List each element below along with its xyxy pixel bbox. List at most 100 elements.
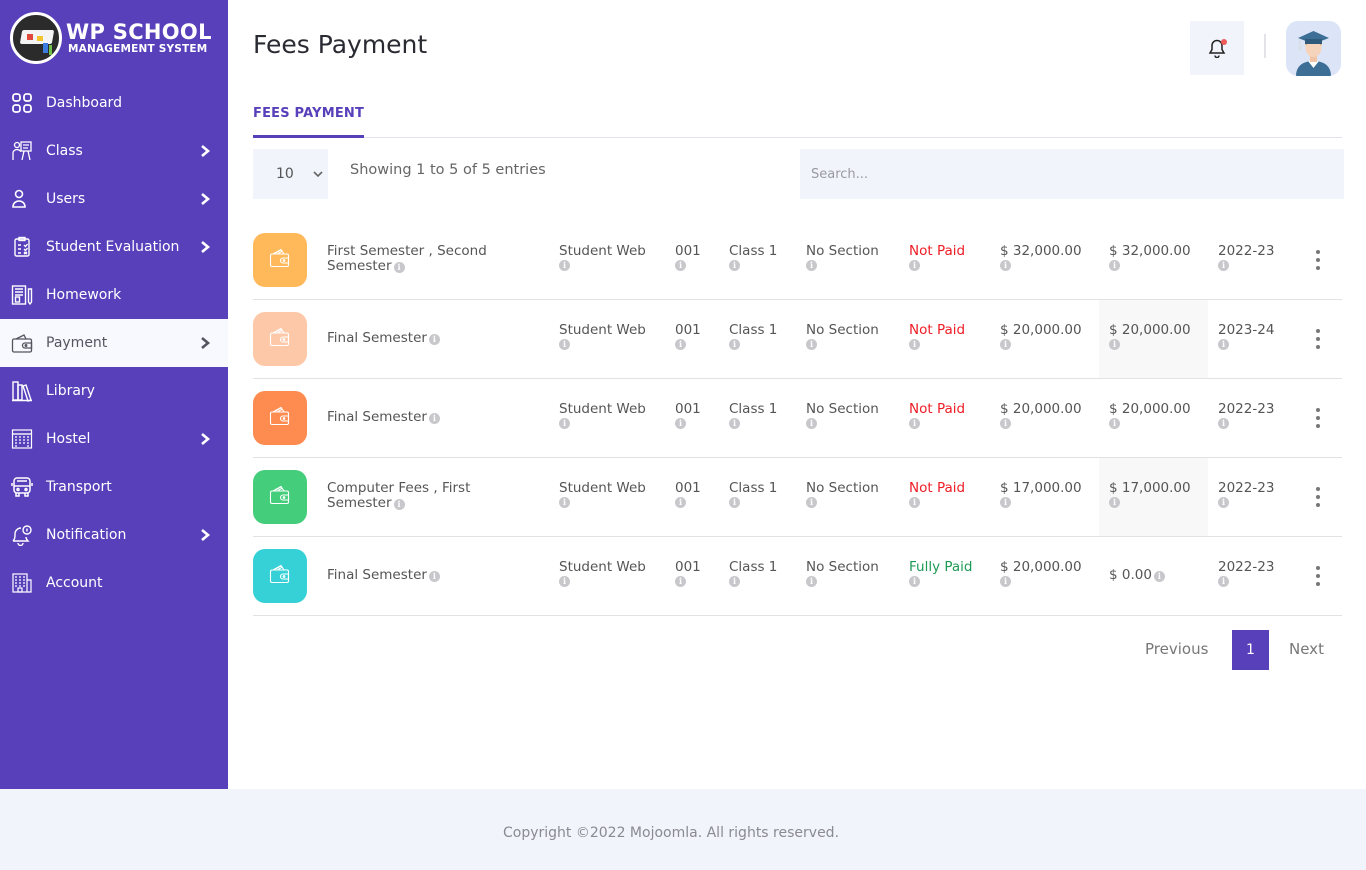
tab-bar: FEES PAYMENT [253, 100, 1342, 138]
due-amount-cell: $ 17,000.00 i [1109, 481, 1191, 508]
kebab-dot [1316, 495, 1320, 499]
sidebar-item-transport[interactable]: Transport [0, 463, 228, 511]
user-avatar[interactable] [1286, 21, 1341, 76]
previous-page-button[interactable]: Previous [1145, 640, 1208, 658]
info-icon[interactable]: i [1153, 571, 1165, 582]
next-page-button[interactable]: Next [1289, 640, 1324, 658]
info-icon[interactable]: i [428, 413, 440, 424]
info-icon[interactable]: i [1000, 339, 1011, 350]
sidebar-item-label: Class [46, 143, 83, 159]
sidebar-item-label: Users [46, 191, 86, 207]
kebab-dot [1316, 582, 1320, 586]
info-icon[interactable]: i [729, 576, 740, 587]
info-icon[interactable]: i [806, 497, 817, 508]
dashboard-grid-icon [11, 92, 33, 114]
sidebar-item-account[interactable]: Account [0, 559, 228, 607]
row-actions-menu[interactable] [1313, 566, 1323, 588]
info-icon[interactable]: i [1218, 497, 1229, 508]
sidebar-item-notification[interactable]: Notification [0, 511, 228, 559]
session-year: 2022-23 [1218, 480, 1275, 496]
fee-type-cell: Final Semester i [327, 568, 537, 583]
info-icon[interactable]: i [675, 339, 686, 350]
sidebar: WP SCHOOL MANAGEMENT SYSTEM Dashboard Cl… [0, 0, 228, 789]
section-name: No Section [806, 401, 879, 417]
info-icon[interactable]: i [675, 497, 686, 508]
sidebar-item-label: Homework [46, 287, 122, 303]
info-icon[interactable]: i [675, 576, 686, 587]
page-1-button[interactable]: 1 [1232, 630, 1269, 670]
due-amount: $ 20,000.00 [1109, 401, 1191, 417]
info-icon[interactable]: i [675, 418, 686, 429]
fee-type-cell: Final Semester i [327, 331, 537, 346]
chevron-right-icon [201, 145, 211, 157]
info-icon[interactable]: i [909, 497, 920, 508]
info-icon[interactable]: i [909, 576, 920, 587]
info-icon[interactable]: i [729, 418, 740, 429]
header-divider [1264, 34, 1266, 58]
payment-status: Not Paid [909, 480, 966, 496]
info-icon[interactable]: i [729, 497, 740, 508]
info-icon[interactable]: i [559, 260, 570, 271]
info-icon[interactable]: i [729, 339, 740, 350]
page-length-select[interactable]: 10 [253, 149, 328, 199]
info-icon[interactable]: i [393, 262, 405, 273]
info-icon[interactable]: i [1000, 497, 1011, 508]
roll-cell: 001 i [675, 481, 701, 508]
chevron-right-icon [201, 193, 211, 205]
info-icon[interactable]: i [1218, 339, 1229, 350]
info-icon[interactable]: i [559, 497, 570, 508]
info-icon[interactable]: i [806, 418, 817, 429]
student-name: Student Web [559, 243, 646, 259]
sidebar-item-hostel[interactable]: Hostel [0, 415, 228, 463]
sidebar-item-class[interactable]: Class [0, 127, 228, 175]
sidebar-item-student-evaluation[interactable]: Student Evaluation [0, 223, 228, 271]
info-icon[interactable]: i [1109, 260, 1120, 271]
kebab-dot [1316, 408, 1320, 412]
info-icon[interactable]: i [909, 418, 920, 429]
info-icon[interactable]: i [909, 339, 920, 350]
row-actions-menu[interactable] [1313, 487, 1323, 509]
info-icon[interactable]: i [1000, 418, 1011, 429]
info-icon[interactable]: i [1218, 418, 1229, 429]
brand-logo[interactable]: WP SCHOOL MANAGEMENT SYSTEM [10, 12, 212, 64]
info-icon[interactable]: i [428, 334, 440, 345]
info-icon[interactable]: i [806, 339, 817, 350]
sidebar-item-dashboard[interactable]: Dashboard [0, 79, 228, 127]
info-icon[interactable]: i [729, 260, 740, 271]
info-icon[interactable]: i [675, 260, 686, 271]
info-icon[interactable]: i [559, 576, 570, 587]
info-icon[interactable]: i [428, 571, 440, 582]
sidebar-item-label: Notification [46, 527, 127, 543]
info-icon[interactable]: i [1000, 260, 1011, 271]
footer: Copyright ©2022 Mojoomla. All rights res… [0, 789, 1366, 870]
sidebar-item-homework[interactable]: Homework [0, 271, 228, 319]
info-icon[interactable]: i [559, 418, 570, 429]
roll-number: 001 [675, 401, 701, 417]
sidebar-item-library[interactable]: Library [0, 367, 228, 415]
info-icon[interactable]: i [393, 499, 405, 510]
info-icon[interactable]: i [806, 576, 817, 587]
info-icon[interactable]: i [1109, 497, 1120, 508]
row-actions-menu[interactable] [1313, 250, 1323, 272]
info-icon[interactable]: i [559, 339, 570, 350]
tab-fees-payment[interactable]: FEES PAYMENT [253, 106, 365, 138]
info-icon[interactable]: i [1218, 260, 1229, 271]
row-actions-menu[interactable] [1313, 329, 1323, 351]
info-icon[interactable]: i [806, 260, 817, 271]
row-actions-menu[interactable] [1313, 408, 1323, 430]
search-input[interactable] [800, 149, 1344, 199]
brand-title: WP SCHOOL [66, 19, 212, 44]
info-icon[interactable]: i [1109, 339, 1120, 350]
class-name: Class 1 [729, 401, 778, 417]
info-icon[interactable]: i [1218, 576, 1229, 587]
section-name: No Section [806, 559, 879, 575]
info-icon[interactable]: i [909, 260, 920, 271]
sidebar-item-users[interactable]: Users [0, 175, 228, 223]
info-icon[interactable]: i [1000, 576, 1011, 587]
notifications-button[interactable] [1190, 21, 1244, 75]
sidebar-item-payment[interactable]: Payment [0, 319, 228, 367]
info-icon[interactable]: i [1109, 418, 1120, 429]
copyright-text: Copyright ©2022 Mojoomla. All rights res… [503, 825, 840, 841]
roll-number: 001 [675, 559, 701, 575]
class-name: Class 1 [729, 559, 778, 575]
